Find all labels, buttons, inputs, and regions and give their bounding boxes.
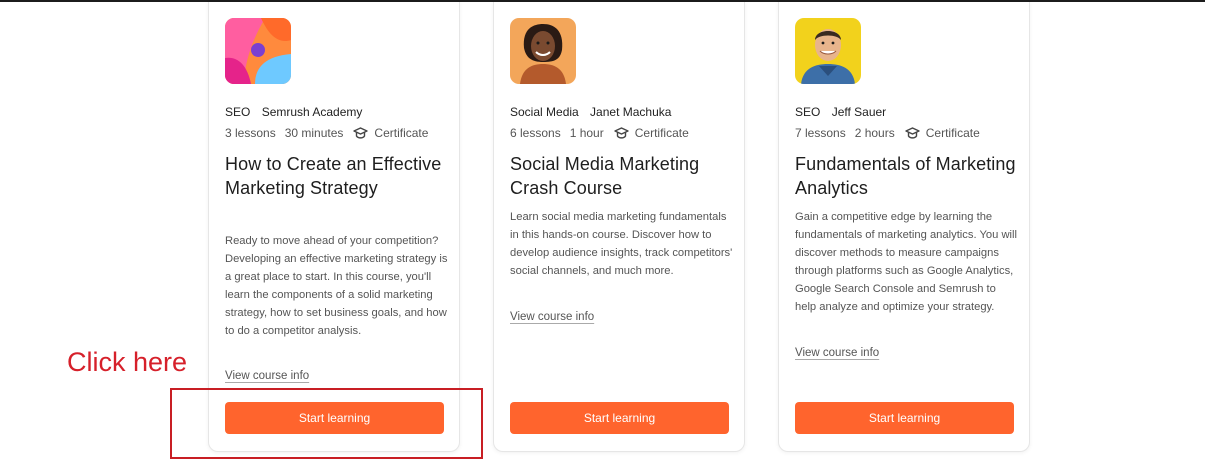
course-card-social-media: Social Media Janet Machuka 6 lessons 1 h… — [493, 2, 745, 452]
certificate-icon — [353, 126, 369, 140]
course-title[interactable]: How to Create an Effective Marketing Str… — [225, 152, 450, 200]
lessons-count: 3 lessons — [225, 126, 276, 140]
author-label[interactable]: Janet Machuka — [590, 105, 671, 119]
course-duration: 30 minutes — [284, 126, 344, 140]
start-learning-button[interactable]: Start learning — [510, 402, 729, 434]
author-label[interactable]: Jeff Sauer — [832, 105, 886, 119]
course-description: Gain a competitive edge by learning the … — [795, 211, 1018, 313]
lessons-count: 6 lessons — [510, 126, 561, 140]
certificate-label: Certificate — [925, 126, 980, 140]
course-title[interactable]: Fundamentals of Marketing Analytics — [795, 152, 1020, 200]
instructor-photo[interactable] — [795, 18, 861, 84]
course-duration: 1 hour — [569, 126, 604, 140]
course-card-marketing-strategy: SEO Semrush Academy 3 lessons 30 minutes… — [208, 2, 460, 452]
course-title[interactable]: Social Media Marketing Crash Course — [510, 152, 735, 200]
certificate-label: Certificate — [374, 126, 429, 140]
course-duration: 2 hours — [854, 126, 895, 140]
view-course-info-link[interactable]: View course info — [225, 370, 309, 382]
start-learning-button[interactable]: Start learning — [795, 402, 1014, 434]
view-course-info-link[interactable]: View course info — [510, 311, 594, 323]
course-description: Ready to move ahead of your competition?… — [225, 235, 448, 337]
category-label[interactable]: Social Media — [510, 105, 579, 119]
course-meta-stats: 7 lessons 2 hours Certificate — [795, 126, 980, 140]
course-meta-tags: SEO Semrush Academy — [225, 105, 362, 119]
course-card-marketing-analytics: SEO Jeff Sauer 7 lessons 2 hours Certifi… — [778, 2, 1030, 452]
highlight-box-annotation — [170, 388, 483, 459]
course-thumbnail-abstract[interactable] — [225, 18, 291, 84]
course-description: Learn social media marketing fundamental… — [510, 211, 733, 277]
course-meta-tags: SEO Jeff Sauer — [795, 105, 886, 119]
click-here-annotation: Click here — [67, 347, 188, 377]
course-meta-tags: Social Media Janet Machuka — [510, 105, 671, 119]
certificate-icon — [614, 126, 629, 140]
instructor-photo[interactable] — [510, 18, 576, 84]
course-meta-stats: 6 lessons 1 hour Certificate — [510, 126, 689, 140]
certificate-label: Certificate — [634, 126, 689, 140]
author-label[interactable]: Semrush Academy — [262, 105, 363, 119]
certificate-icon — [905, 126, 920, 140]
category-label[interactable]: SEO — [225, 105, 250, 119]
course-meta-stats: 3 lessons 30 minutes Certificate — [225, 126, 428, 140]
view-course-info-link[interactable]: View course info — [795, 347, 879, 359]
category-label[interactable]: SEO — [795, 105, 820, 119]
lessons-count: 7 lessons — [795, 126, 846, 140]
